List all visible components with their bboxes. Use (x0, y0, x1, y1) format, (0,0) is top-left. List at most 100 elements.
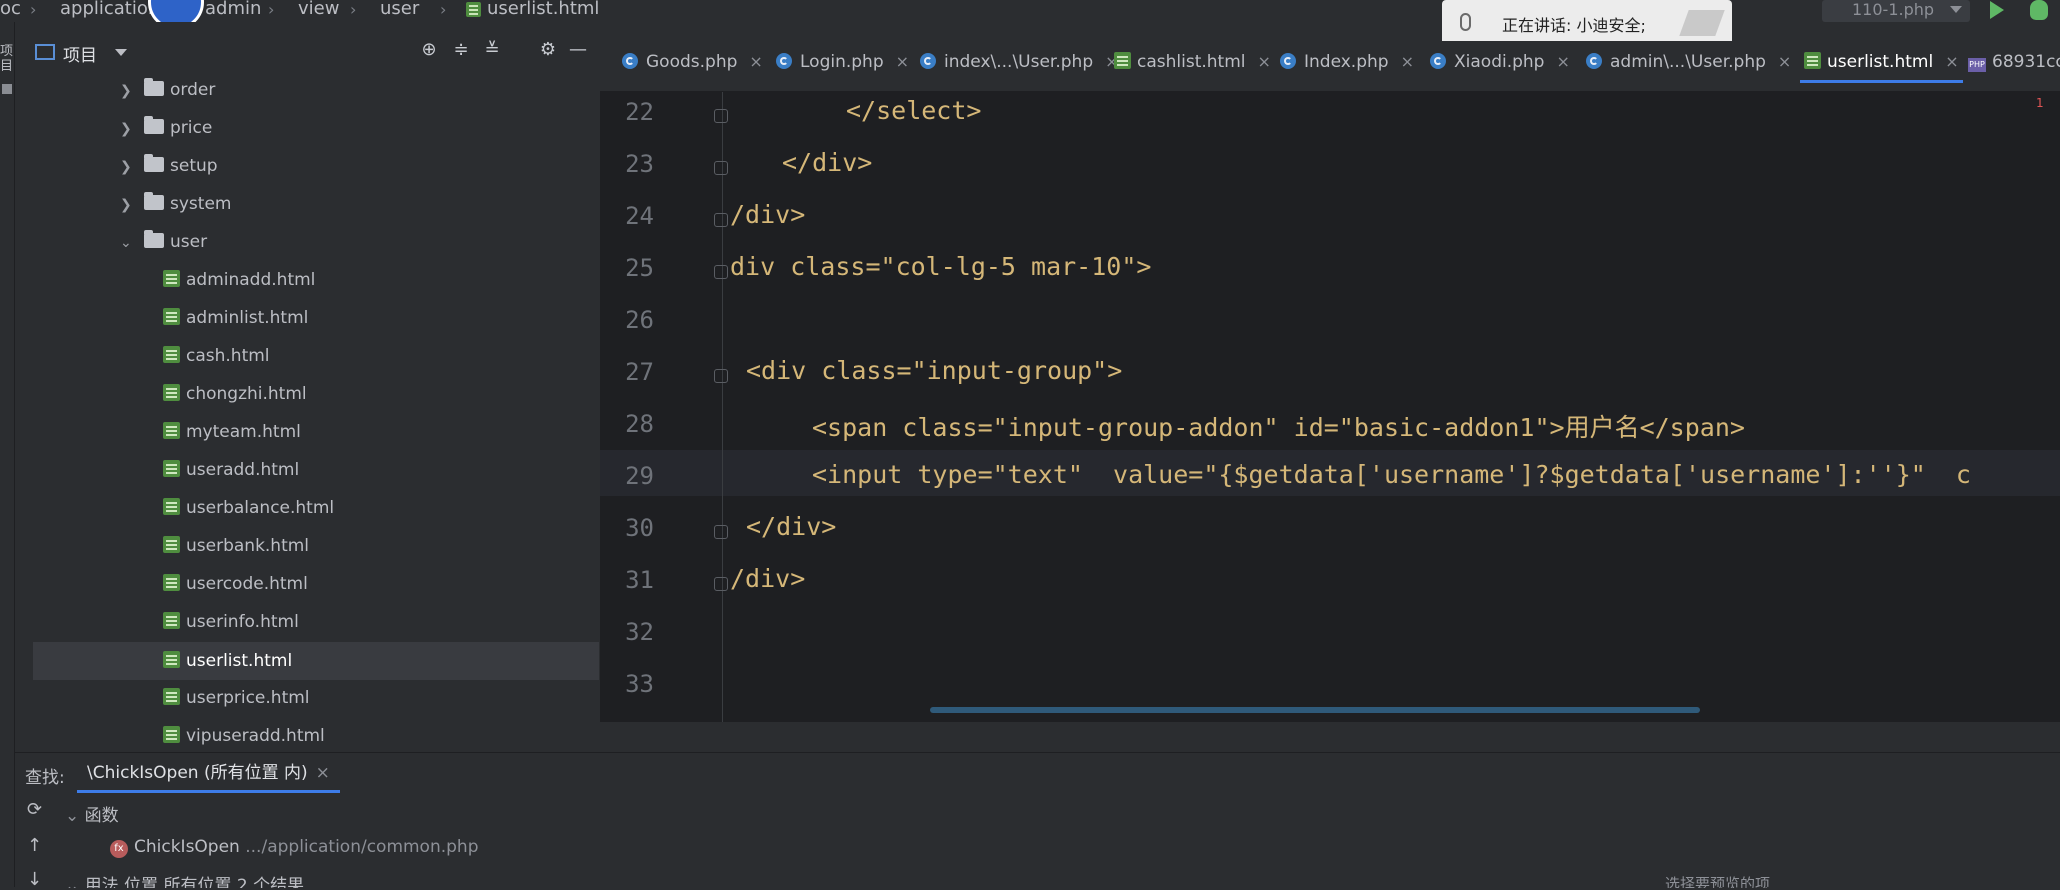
tree-file[interactable]: userprice.html (163, 688, 310, 726)
tree-file[interactable]: adminlist.html (163, 308, 308, 346)
close-icon[interactable]: × (1556, 52, 1569, 71)
debug-icon[interactable] (2030, 0, 2048, 20)
close-icon[interactable]: × (1945, 52, 1958, 71)
folder-icon (144, 78, 164, 96)
html-file-icon (163, 574, 180, 591)
tab-index-user-php[interactable]: index\...\User.php × (920, 41, 1119, 91)
tree-folder-user[interactable]: ⌄ user (120, 230, 207, 270)
collapse-all-icon[interactable]: ≚ (482, 40, 502, 60)
minimize-icon[interactable]: — (568, 40, 588, 60)
error-count-badge[interactable]: 1 (2036, 96, 2044, 110)
tree-folder-setup[interactable]: ❯ setup (120, 154, 218, 194)
close-icon[interactable]: × (1778, 52, 1791, 71)
php-class-icon (1280, 53, 1296, 69)
project-panel-header: 项目 ⊕ ≑ ≚ ⚙ — (15, 22, 599, 82)
refresh-icon[interactable]: ⟳ (27, 799, 42, 820)
html-file-icon (163, 422, 180, 439)
run-config-label: 110-1.php (1852, 0, 1935, 19)
breadcrumb: oc › application admin › view › user › u… (0, 0, 2060, 22)
fold-marker-icon[interactable] (714, 213, 728, 227)
code-line-22: </select> (846, 96, 982, 125)
folder-icon (144, 116, 164, 134)
horizontal-scrollbar[interactable] (930, 707, 1700, 713)
close-icon[interactable]: × (1401, 52, 1414, 71)
fold-marker-icon[interactable] (714, 577, 728, 591)
folder-icon (144, 230, 164, 248)
tab-userlist-html[interactable]: userlist.html × (1800, 41, 1963, 91)
line-number: 30 (625, 514, 654, 542)
tree-file[interactable]: adminadd.html (163, 270, 315, 308)
html-file-icon (163, 346, 180, 363)
chevron-right-icon: ❯ (120, 159, 132, 175)
tree-file[interactable]: usercode.html (163, 574, 308, 612)
preview-hint: 选择要预览的项 (1665, 875, 1771, 888)
tree-file[interactable]: userbalance.html (163, 498, 334, 536)
tree-file[interactable]: userbank.html (163, 536, 309, 574)
expand-all-icon[interactable]: ≑ (451, 40, 471, 60)
chevron-right-icon: ❯ (120, 197, 132, 213)
result-group-functions[interactable]: ⌄ 函数 (65, 801, 119, 826)
html-file-icon (163, 384, 180, 401)
fold-marker-icon[interactable] (714, 525, 728, 539)
close-icon[interactable]: × (896, 52, 909, 71)
chevron-down-icon[interactable] (115, 49, 127, 56)
tool-window-strip: 项目 (0, 22, 15, 887)
tree-folder-system[interactable]: ❯ system (120, 192, 231, 232)
chevron-down-icon: ⌄ (65, 806, 80, 826)
project-icon (35, 44, 55, 60)
fold-marker-icon[interactable] (714, 161, 728, 175)
tab-cashlist-html[interactable]: cashlist.html × (1114, 41, 1271, 91)
html-file-icon (163, 498, 180, 515)
tree-file[interactable]: myteam.html (163, 422, 301, 460)
tree-file-selected[interactable]: userlist.html (33, 642, 599, 680)
arrow-up-icon[interactable]: ↑ (27, 835, 42, 856)
code-line-25: div class="col-lg-5 mar-10"> (730, 252, 1152, 281)
run-config-select[interactable]: 110-1.php (1822, 0, 1970, 22)
tab-68931cc[interactable]: PHP 68931cc (1968, 41, 2060, 91)
tab-admin-user-php[interactable]: admin\...\User.php × (1586, 41, 1791, 91)
html-file-icon (163, 536, 180, 553)
close-icon[interactable]: × (749, 52, 762, 71)
tree-file[interactable]: vipuseradd.html (163, 726, 325, 750)
gear-icon[interactable]: ⚙ (538, 40, 558, 60)
breadcrumb-item-application[interactable]: application (60, 0, 159, 19)
tree-file[interactable]: useradd.html (163, 460, 299, 498)
code-editor[interactable]: 22 23 24 25 26 27 28 29 30 31 32 33 </se… (600, 92, 2060, 722)
tab-index-php[interactable]: Index.php × (1280, 41, 1414, 91)
breadcrumb-item-user[interactable]: user (380, 0, 419, 19)
close-icon[interactable]: × (1258, 52, 1271, 71)
chevron-right-icon: › (440, 0, 447, 19)
tree-file[interactable]: cash.html (163, 346, 270, 384)
tab-xiaodi-php[interactable]: Xiaodi.php × (1430, 41, 1570, 91)
tab-goods-php[interactable]: Goods.php × (622, 41, 763, 91)
project-tool-label[interactable]: 项目 (0, 44, 14, 74)
tab-login-php[interactable]: Login.php × (776, 41, 909, 91)
line-number: 32 (625, 618, 654, 646)
php-class-icon (622, 53, 638, 69)
breadcrumb-item-file[interactable]: userlist.html (466, 0, 599, 19)
breadcrumb-item-view[interactable]: view (298, 0, 339, 19)
code-line-24: /div> (730, 200, 806, 229)
result-item[interactable]: fx ChickIsOpen .../application/common.php (110, 837, 479, 858)
tree-folder-order[interactable]: ❯ order (120, 78, 215, 118)
project-panel-title[interactable]: 项目 (63, 41, 97, 66)
fold-marker-icon[interactable] (714, 265, 728, 279)
fold-marker-icon[interactable] (714, 369, 728, 383)
line-number: 25 (625, 254, 654, 282)
crosshair-icon[interactable]: ⊕ (419, 40, 439, 60)
code-line-27: <div class="input-group"> (746, 356, 1123, 385)
tab-find-result[interactable]: \ChickIsOpen (所有位置 内) × (77, 753, 340, 793)
voice-status-text: 正在讲话: 小迪安全; (1502, 16, 1646, 35)
chevron-right-icon: › (350, 0, 357, 19)
folder-icon[interactable] (2, 84, 12, 94)
breadcrumb-item-admin[interactable]: admin (205, 0, 261, 19)
html-file-icon (163, 726, 180, 743)
folder-icon (144, 154, 164, 172)
tree-folder-price[interactable]: ❯ price (120, 116, 212, 156)
run-icon[interactable] (1990, 1, 2004, 19)
fold-marker-icon[interactable] (714, 109, 728, 123)
tree-file[interactable]: chongzhi.html (163, 384, 307, 422)
result-group-usages[interactable]: ⌄ 用法 位置 所有位置 2 个结果 (65, 871, 304, 888)
close-icon[interactable]: × (316, 763, 330, 783)
php-class-icon (776, 53, 792, 69)
